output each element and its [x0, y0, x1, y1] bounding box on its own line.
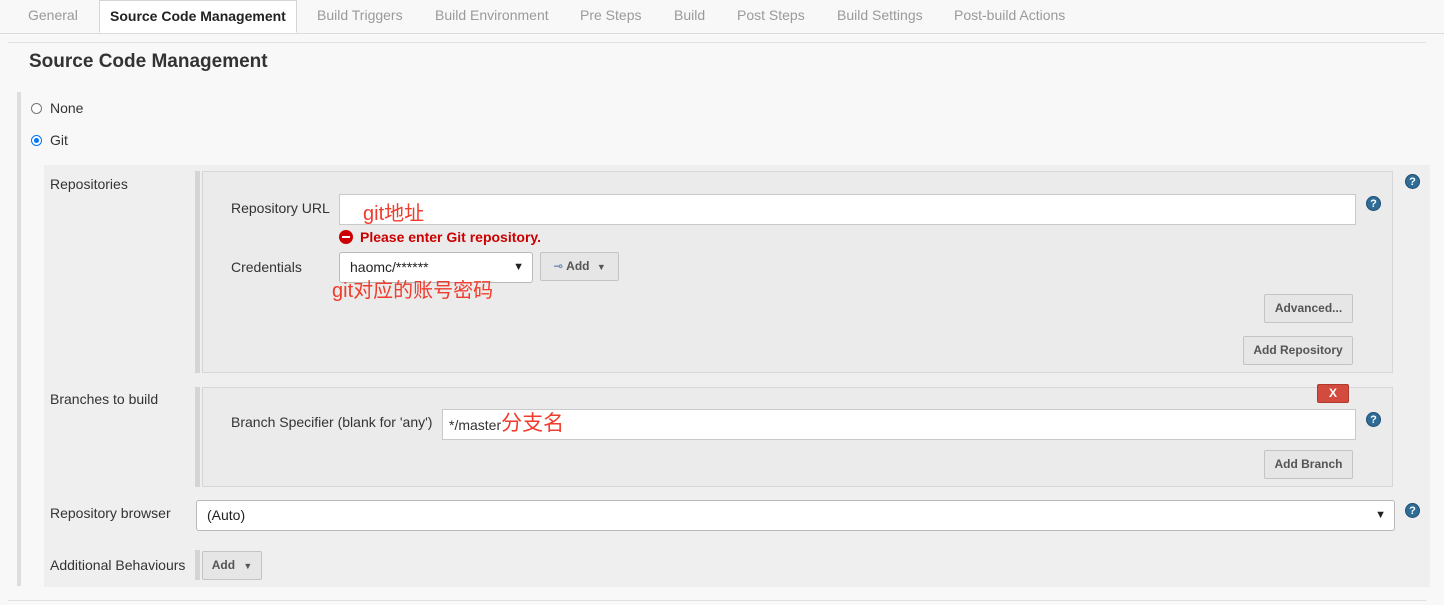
tab-source-code-management[interactable]: Source Code Management: [99, 0, 297, 33]
section-title: Source Code Management: [29, 51, 268, 72]
credentials-add-button[interactable]: ⊸ Add ▼: [540, 252, 619, 281]
repository-browser-label: Repository browser: [50, 505, 171, 521]
repositories-label: Repositories: [50, 176, 128, 192]
section-bottom-divider: [8, 600, 1426, 601]
additional-behaviours-add-button[interactable]: Add ▼: [202, 551, 262, 580]
branch-specifier-label: Branch Specifier (blank for 'any'): [231, 414, 433, 430]
repository-browser-help-icon[interactable]: ?: [1405, 503, 1420, 518]
repository-browser-value: (Auto): [207, 507, 246, 523]
repository-browser-select[interactable]: (Auto) ▼: [196, 500, 1395, 531]
credentials-add-label: Add: [566, 259, 590, 273]
repository-url-annotation: git地址: [363, 203, 425, 225]
credentials-label: Credentials: [231, 259, 302, 275]
scm-option-git[interactable]: Git: [31, 132, 68, 148]
chevron-down-icon: ▼: [243, 561, 253, 571]
branches-block-bar: [195, 387, 200, 487]
branch-specifier-value: */master: [449, 417, 502, 433]
behaviours-block-bar: [195, 550, 200, 580]
radio-git[interactable]: [31, 134, 42, 146]
branch-specifier-annotation: 分支名: [501, 412, 565, 435]
radio-none[interactable]: [31, 102, 42, 114]
tab-build-triggers[interactable]: Build Triggers: [317, 0, 403, 32]
chevron-down-icon: ▼: [1375, 509, 1386, 521]
tab-post-steps[interactable]: Post Steps: [737, 0, 805, 32]
branches-label: Branches to build: [50, 391, 159, 407]
delete-branch-button[interactable]: X: [1317, 384, 1349, 403]
advanced-button[interactable]: Advanced...: [1264, 294, 1353, 323]
chevron-down-icon: ▼: [596, 262, 606, 272]
scm-option-none[interactable]: None: [31, 100, 83, 116]
section-divider: [8, 42, 1426, 43]
branch-specifier-input[interactable]: */master分支名: [442, 409, 1356, 440]
behaviours-add-label: Add: [211, 558, 236, 572]
additional-behaviours-label: Additional Behaviours: [50, 557, 186, 573]
add-repository-button[interactable]: Add Repository: [1243, 336, 1353, 365]
repository-url-input[interactable]: [339, 194, 1356, 225]
tab-general[interactable]: General: [28, 0, 78, 32]
config-tab-bar: General Source Code Management Build Tri…: [0, 0, 1444, 34]
tab-post-build-actions[interactable]: Post-build Actions: [954, 0, 1065, 32]
key-icon: ⊸: [553, 259, 564, 273]
tab-build-settings[interactable]: Build Settings: [837, 0, 923, 32]
error-icon: [339, 230, 353, 244]
branch-specifier-help-icon[interactable]: ?: [1366, 412, 1381, 427]
radio-git-label: Git: [50, 132, 68, 148]
radio-none-label: None: [50, 100, 84, 116]
scm-section-bar: [17, 92, 21, 586]
tab-build-environment[interactable]: Build Environment: [435, 0, 549, 32]
repository-url-label: Repository URL: [231, 200, 330, 216]
repositories-block-bar: [195, 171, 200, 373]
repository-url-error-text: Please enter Git repository.: [360, 229, 542, 245]
repository-url-error: Please enter Git repository.: [339, 229, 541, 245]
tab-pre-steps[interactable]: Pre Steps: [580, 0, 641, 32]
add-branch-button[interactable]: Add Branch: [1264, 450, 1353, 479]
repositories-help-icon[interactable]: ?: [1405, 174, 1420, 189]
credentials-value: haomc/******: [350, 259, 429, 275]
repository-url-help-icon[interactable]: ?: [1366, 196, 1381, 211]
credentials-annotation: git对应的账号密码: [332, 280, 494, 302]
tab-build[interactable]: Build: [674, 0, 705, 32]
chevron-down-icon: ▼: [513, 261, 524, 273]
